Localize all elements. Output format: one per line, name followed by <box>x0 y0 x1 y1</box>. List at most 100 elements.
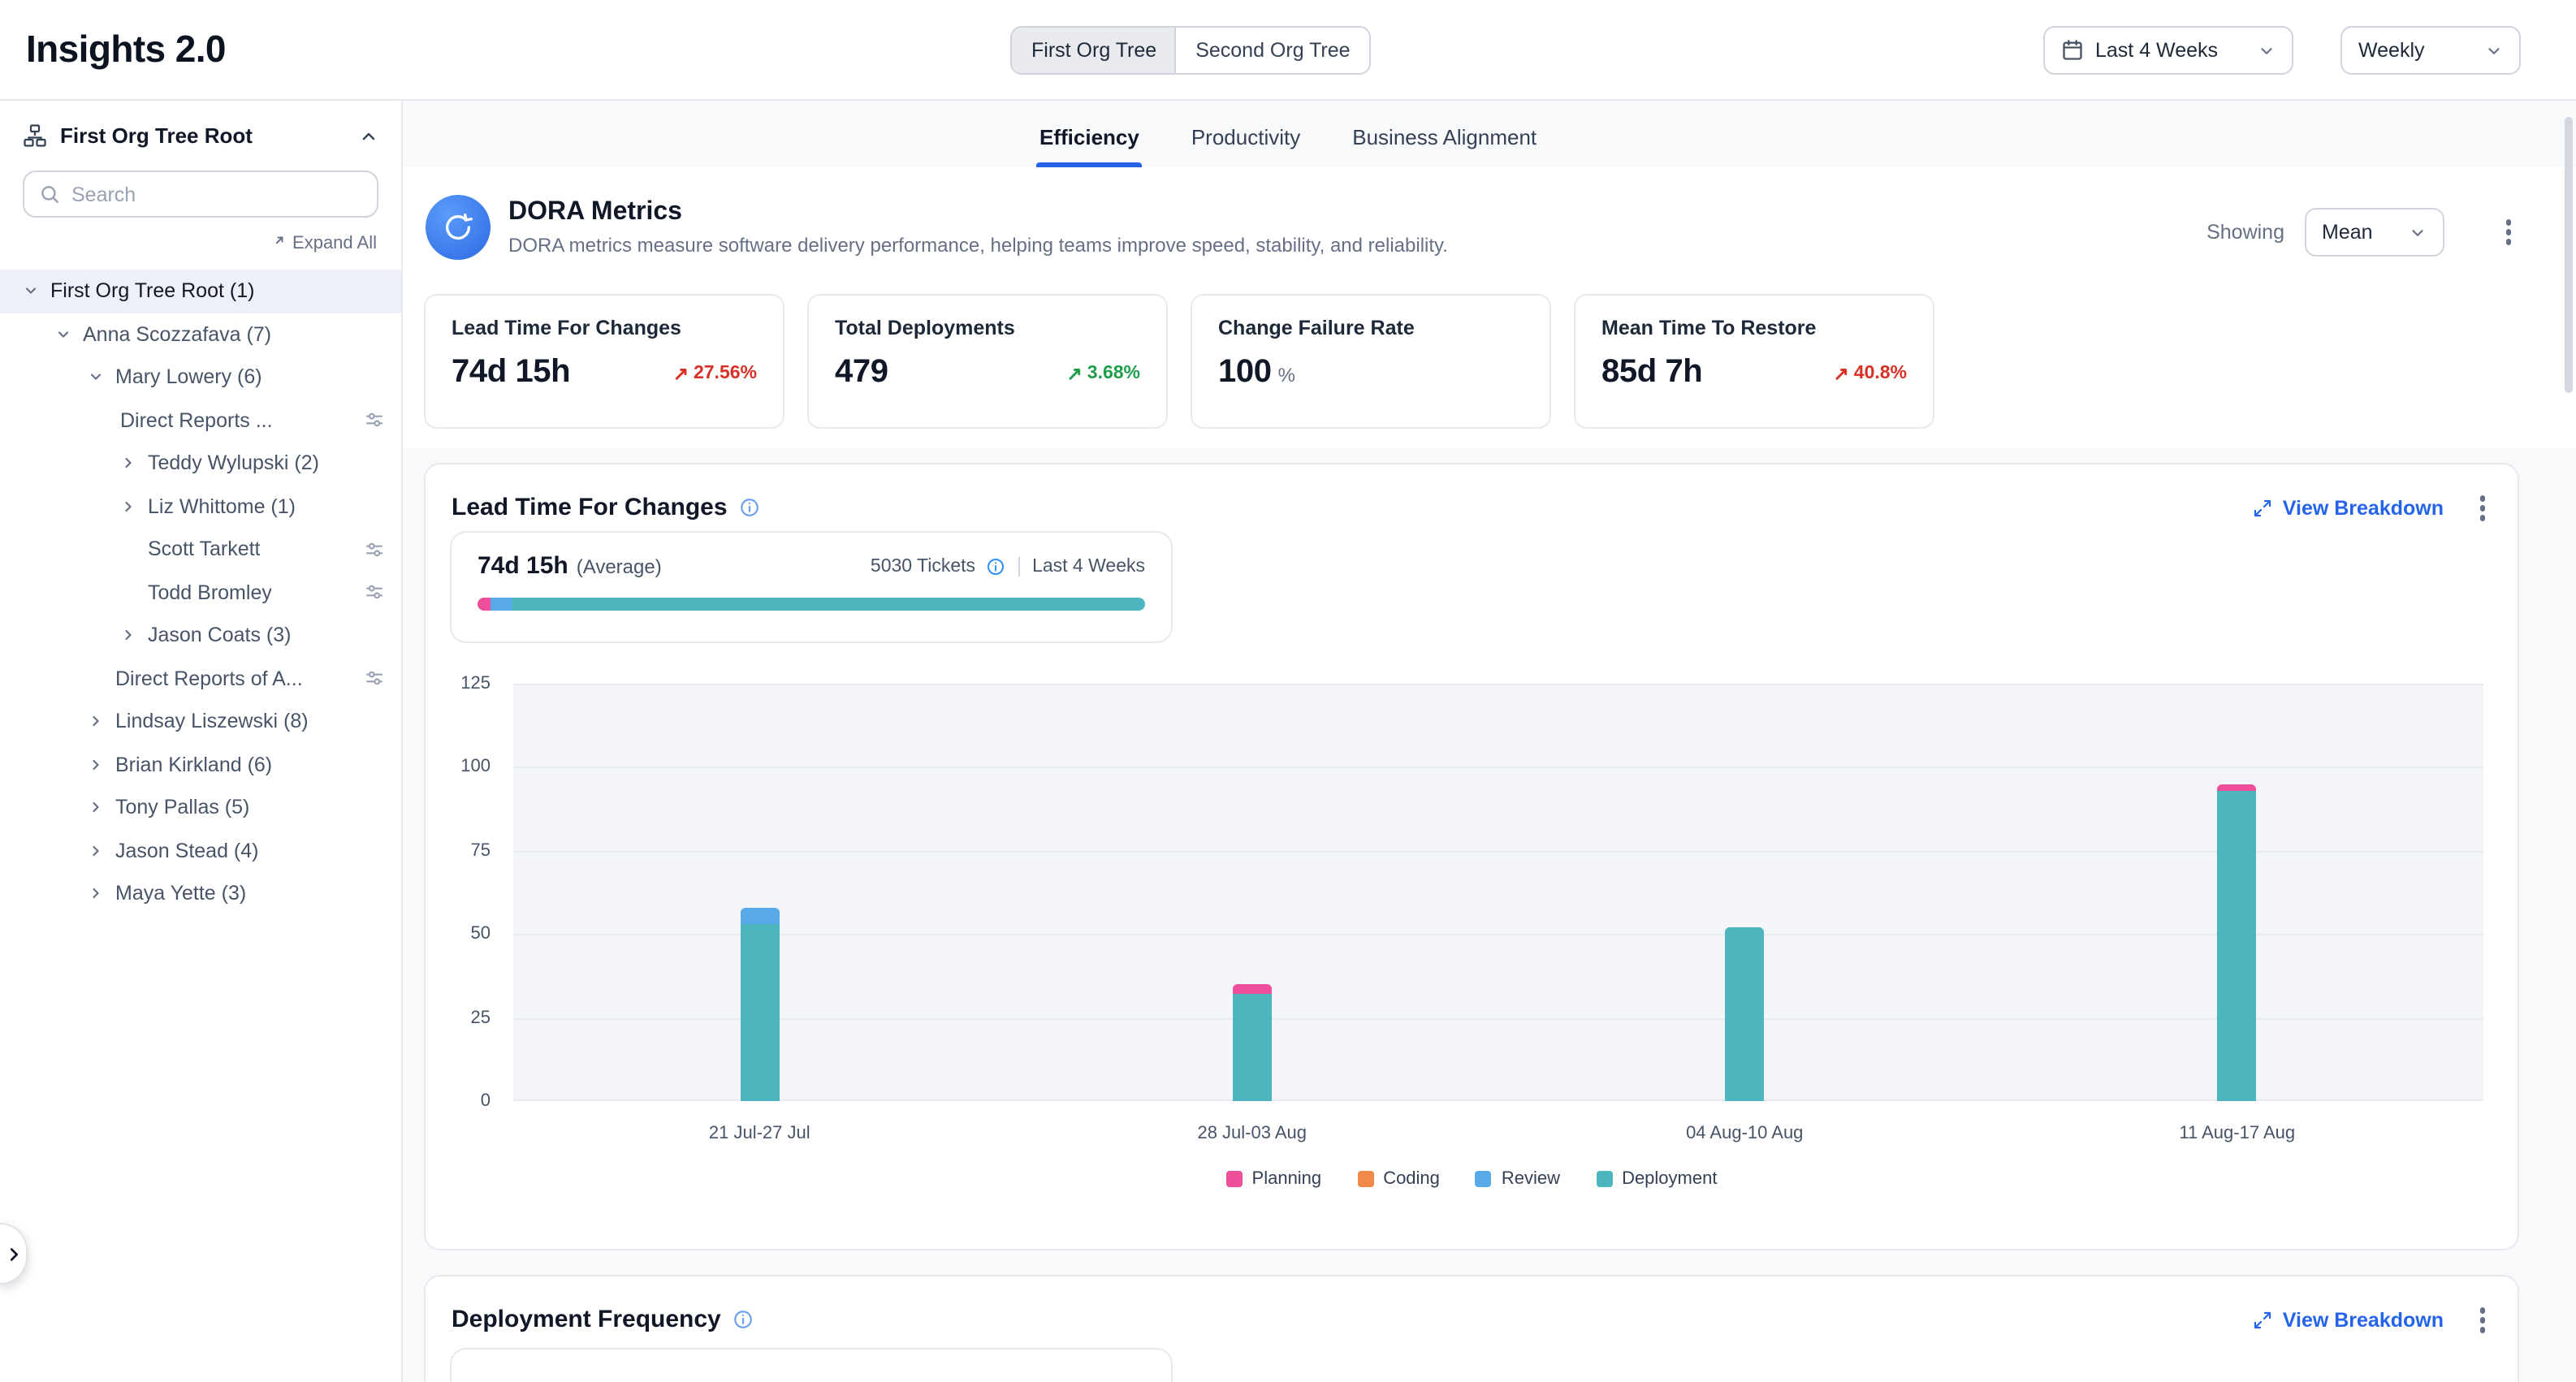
metric-card-value: 85d 7h <box>1601 354 1702 391</box>
granularity-select[interactable]: Weekly <box>2340 26 2521 75</box>
filter-icon[interactable] <box>364 410 385 431</box>
granularity-value: Weekly <box>2358 39 2425 62</box>
tree-item[interactable]: Brian Kirkland (6) <box>0 743 401 786</box>
tree-item[interactable]: Scott Tarkett <box>0 528 401 571</box>
tree-item[interactable]: Direct Reports ... <box>0 399 401 442</box>
org-tree: First Org Tree Root (1)Anna Scozzafava (… <box>0 270 401 915</box>
filter-icon[interactable] <box>364 582 385 603</box>
tree-item[interactable]: Mary Lowery (6) <box>0 356 401 399</box>
bar-segment-deployment <box>2218 791 2257 1101</box>
legend-swatch <box>1596 1171 1612 1187</box>
tree-item[interactable]: Maya Yette (3) <box>0 872 401 915</box>
gridline <box>513 934 2483 935</box>
metric-card-value: 479 <box>835 354 888 391</box>
tree-item[interactable]: Anna Scozzafava (7) <box>0 313 401 356</box>
tree-item-label: Direct Reports ... <box>120 409 273 432</box>
metric-card: Lead Time For Changes74d 15h↗27.56% <box>424 294 784 429</box>
tree-item-label: Todd Bromley <box>148 581 272 604</box>
tree-item[interactable]: Liz Whittome (1) <box>0 485 401 528</box>
tab-business-alignment[interactable]: Business Alignment <box>1349 125 1540 167</box>
date-range-select[interactable]: Last 4 Weeks <box>2043 26 2293 75</box>
legend-item: Planning <box>1226 1169 1322 1189</box>
phase-segment-planning <box>478 598 491 611</box>
tree-item[interactable]: Tony Pallas (5) <box>0 786 401 829</box>
filter-icon[interactable] <box>364 668 385 689</box>
first-org-tree-button[interactable]: First Org Tree <box>1012 28 1176 73</box>
info-icon[interactable] <box>985 556 1005 576</box>
view-breakdown-button[interactable]: View Breakdown <box>2254 1309 2444 1332</box>
tree-item[interactable]: Jason Stead (4) <box>0 829 401 872</box>
y-axis-label: 50 <box>471 924 491 944</box>
tree-item[interactable]: Jason Coats (3) <box>0 614 401 657</box>
tree-item-label: Mary Lowery (6) <box>115 366 262 389</box>
kebab-menu-icon[interactable] <box>2473 490 2492 525</box>
tree-item[interactable]: Teddy Wylupski (2) <box>0 442 401 485</box>
expand-all-button[interactable]: Expand All <box>24 234 377 253</box>
summary-qualifier: (Average) <box>577 555 662 577</box>
metric-card-title: Lead Time For Changes <box>452 317 757 339</box>
chevron-down-icon <box>2485 41 2503 59</box>
tab-efficiency[interactable]: Efficiency <box>1036 125 1143 167</box>
gridline <box>513 1017 2483 1019</box>
dora-header: DORA Metrics DORA metrics measure softwa… <box>426 195 1448 260</box>
metric-delta: ↗27.56% <box>673 361 757 384</box>
tree-item[interactable]: Lindsay Liszewski (8) <box>0 700 401 743</box>
metric-card: Change Failure Rate100% <box>1191 294 1551 429</box>
view-breakdown-label: View Breakdown <box>2283 1309 2444 1332</box>
tab-productivity[interactable]: Productivity <box>1188 125 1303 167</box>
metric-card: Mean Time To Restore85d 7h↗40.8% <box>1574 294 1934 429</box>
view-breakdown-label: View Breakdown <box>2283 497 2444 520</box>
info-icon[interactable] <box>733 1310 754 1331</box>
tree-item[interactable]: Direct Reports of A... <box>0 657 401 700</box>
bar-segment-deployment <box>740 924 779 1101</box>
tree-item-label: Brian Kirkland (6) <box>115 754 272 776</box>
tree-item-label: Jason Stead (4) <box>115 840 259 862</box>
chevron-right-icon <box>88 843 115 859</box>
org-tree-toggle: First Org Tree Second Org Tree <box>1010 26 1372 75</box>
kebab-menu-icon[interactable] <box>2473 1302 2492 1337</box>
second-org-tree-button[interactable]: Second Org Tree <box>1176 28 1369 73</box>
trend-up-arrow-icon: ↗ <box>673 361 689 384</box>
search-input[interactable] <box>71 183 362 205</box>
chart-bar <box>2218 784 2257 1101</box>
bar-segment-planning <box>1233 984 1272 994</box>
summary-row: 74d 15h (Average) 5030 Tickets Last 4 We… <box>478 552 1145 580</box>
info-icon[interactable] <box>739 498 760 519</box>
mean-select[interactable]: Mean <box>2304 208 2444 257</box>
chevron-right-icon <box>120 456 148 472</box>
view-breakdown-button[interactable]: View Breakdown <box>2254 497 2444 520</box>
kebab-menu-icon[interactable] <box>2499 215 2518 250</box>
lead-time-xaxis: 21 Jul-27 Jul28 Jul-03 Aug04 Aug-10 Aug1… <box>513 1124 2483 1150</box>
x-axis-label: 11 Aug-17 Aug <box>2179 1124 2295 1143</box>
chevron-down-icon <box>2258 41 2276 59</box>
sidebar-title: First Org Tree Root <box>60 123 346 148</box>
chevron-down-icon <box>55 326 83 343</box>
phase-segment-deployment <box>512 598 1145 611</box>
divider <box>1018 556 1019 576</box>
summary-value: 74d 15h <box>478 552 568 580</box>
legend-swatch <box>1357 1171 1373 1187</box>
tree-item-label: Liz Whittome (1) <box>148 495 296 518</box>
filter-icon[interactable] <box>364 539 385 560</box>
tree-item[interactable]: Todd Bromley <box>0 571 401 614</box>
dora-actions: Showing Mean <box>2206 208 2518 257</box>
trend-up-arrow-icon: ↗ <box>1067 361 1083 384</box>
chevron-up-icon[interactable] <box>359 126 378 145</box>
x-axis-label: 28 Jul-03 Aug <box>1197 1124 1307 1143</box>
tree-item-label: Scott Tarkett <box>148 538 261 561</box>
chevron-right-icon <box>88 800 115 816</box>
chart-bar <box>1725 927 1764 1101</box>
mean-value: Mean <box>2322 221 2373 244</box>
expand-all-label: Expand All <box>292 234 377 253</box>
panel-header: Lead Time For Changes View Breakdown <box>426 464 2518 525</box>
gridline <box>513 851 2483 853</box>
tree-item-label: Direct Reports of A... <box>115 667 303 690</box>
scrollbar-thumb[interactable] <box>2565 117 2573 393</box>
legend-label: Review <box>1502 1169 1560 1189</box>
legend-swatch <box>1226 1171 1243 1187</box>
sidebar-header: First Org Tree Root <box>0 101 401 161</box>
tree-item[interactable]: First Org Tree Root (1) <box>0 270 401 313</box>
chevron-right-icon <box>4 1245 22 1263</box>
legend-item: Review <box>1476 1169 1560 1189</box>
bar-segment-review <box>740 908 779 925</box>
